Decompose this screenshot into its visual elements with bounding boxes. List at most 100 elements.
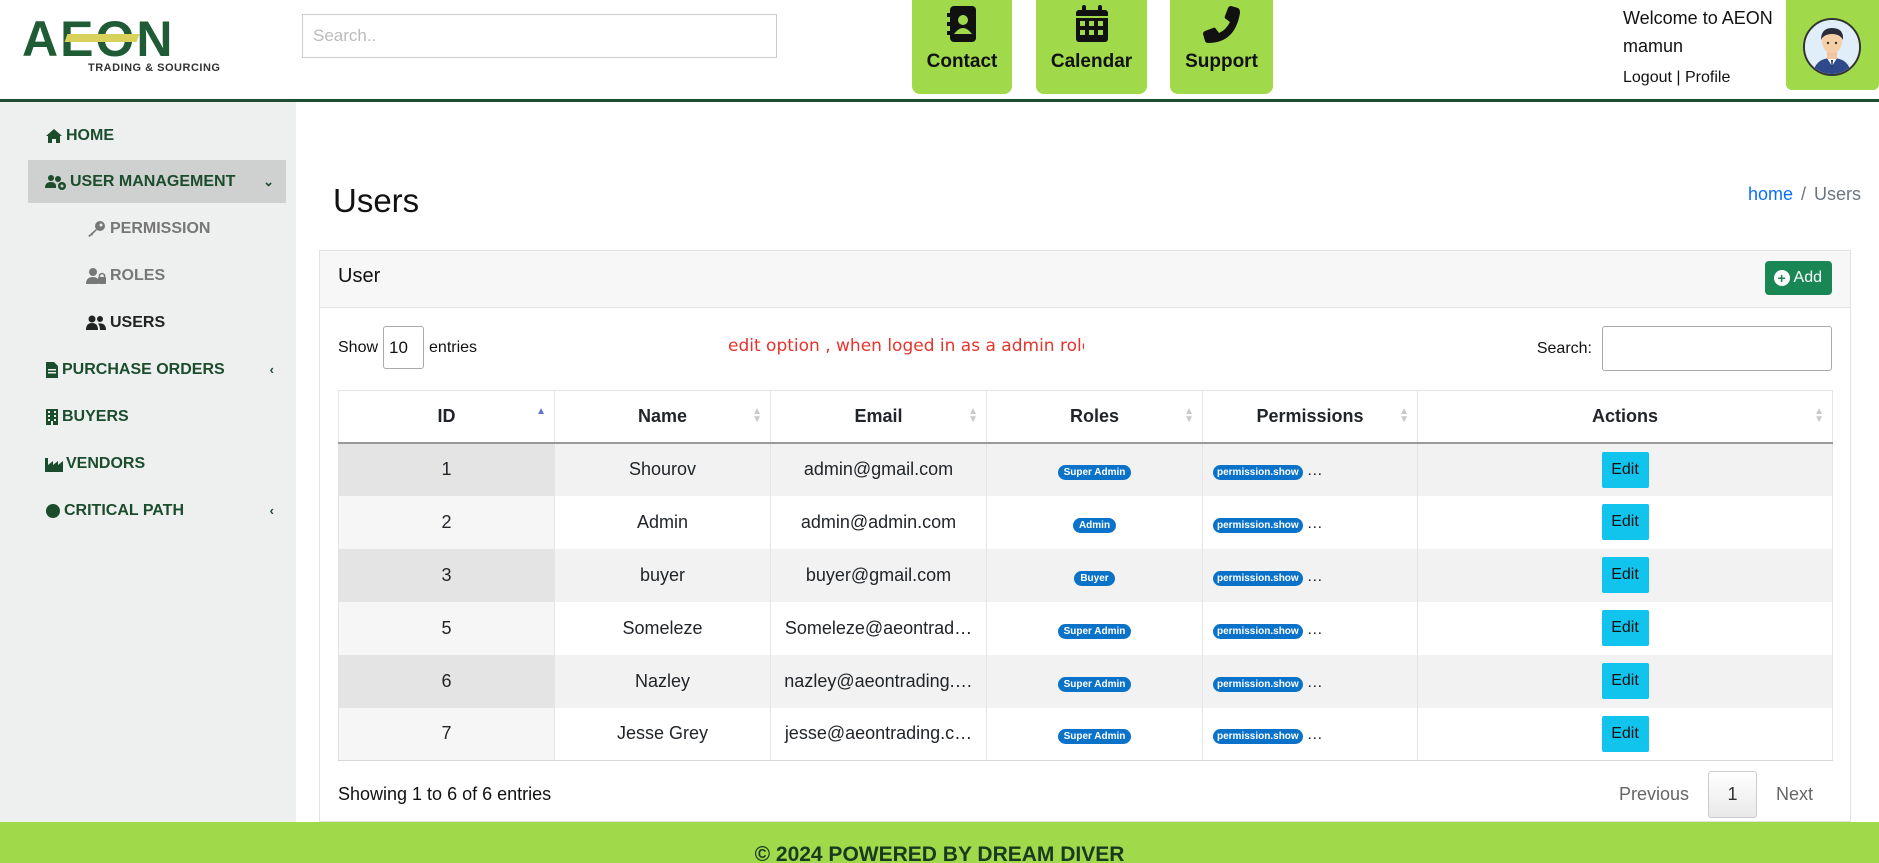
role-badge: Admin [1072, 517, 1117, 533]
cell-role: Super Admin [986, 442, 1203, 496]
cell-id: 2 [338, 495, 555, 549]
breadcrumb-separator: / [1800, 184, 1806, 204]
table-row: 3 buyer buyer@gmail.com Buyer permission… [338, 548, 1833, 602]
cell-id: 6 [338, 654, 555, 708]
cell-actions: Edit [1417, 654, 1833, 708]
add-user-button[interactable]: + Add [1764, 261, 1832, 295]
sidebar-item-label: BUYERS [62, 407, 129, 425]
sidebar-item-vendors[interactable]: VENDORS [28, 442, 286, 485]
role-badge: Super Admin [1057, 623, 1132, 639]
cell-name: Jesse Grey [554, 707, 771, 761]
plus-circle-icon: + [1773, 270, 1790, 286]
table-search-input[interactable] [1602, 326, 1832, 371]
sidebar-item-permission[interactable]: PERMISSION [86, 207, 210, 250]
cell-id: 5 [338, 601, 555, 655]
phone-icon [1202, 6, 1240, 43]
cell-email: jesse@aeontrading.c… [770, 707, 987, 761]
contact-label: Contact [926, 51, 998, 72]
welcome-text: Welcome to AEON [1623, 8, 1773, 28]
permission-more: … [1306, 726, 1323, 744]
cell-name: Shourov [554, 442, 771, 496]
next-page-button[interactable]: Next [1757, 784, 1832, 805]
edit-button[interactable]: Edit [1601, 715, 1649, 752]
column-header-actions[interactable]: Actions ▲ ▼ [1417, 390, 1833, 444]
key-icon [88, 220, 105, 237]
edit-button[interactable]: Edit [1601, 504, 1649, 540]
global-search-input[interactable] [302, 14, 777, 58]
column-header-roles[interactable]: Roles ▲ ▼ [986, 390, 1203, 444]
sort-icon: ▲ ▼ [1814, 406, 1824, 425]
entries-label: entries [429, 338, 478, 356]
show-label: Show [338, 338, 379, 356]
page-length-control: Show 10 entries [338, 326, 477, 369]
users-card: User + Add Show 10 entries edit option ,… [319, 250, 1851, 822]
column-header-name[interactable]: Name ▲ ▼ [554, 390, 771, 444]
cell-permissions: permission.show… [1202, 548, 1418, 602]
calendar-icon [1075, 5, 1108, 42]
cell-email: buyer@gmail.com [770, 548, 987, 602]
sidebar-item-critical-path[interactable]: CRITICAL PATH ‹ [28, 489, 286, 532]
page-length-select[interactable]: 10 [383, 326, 425, 369]
contact-button[interactable]: Contact [912, 0, 1012, 94]
username: mamun [1623, 36, 1684, 56]
users-icon [86, 315, 106, 330]
edit-button[interactable]: Edit [1601, 663, 1649, 699]
sidebar-item-users[interactable]: USERS [86, 301, 165, 344]
file-icon [46, 361, 58, 378]
column-label: Actions [1591, 405, 1658, 426]
link-separator: | [1676, 69, 1681, 86]
support-button[interactable]: Support [1170, 0, 1273, 94]
sidebar-item-purchase-orders[interactable]: PURCHASE ORDERS ‹ [28, 348, 286, 391]
table-search: Search: [1537, 326, 1832, 371]
top-header: AEON TRADING & SOURCING Contact Calendar… [0, 0, 1879, 102]
column-header-email[interactable]: Email ▲ ▼ [770, 390, 987, 444]
edit-button[interactable]: Edit [1601, 557, 1649, 593]
sidebar-item-user-management[interactable]: USER MANAGEMENT ⌄ [28, 160, 286, 203]
users-cog-icon [45, 174, 66, 190]
main-content: Users home / Users User + Add Show 10 entr… [296, 102, 1879, 822]
breadcrumb-home-link[interactable]: home [1748, 184, 1793, 204]
table-row: 6 Nazley nazley@aeontrading.… Super Admi… [338, 654, 1833, 708]
column-header-permissions[interactable]: Permissions ▲ ▼ [1202, 390, 1418, 444]
breadcrumb-current: Users [1813, 184, 1861, 204]
cell-permissions: permission.show… [1202, 601, 1418, 655]
profile-link[interactable]: Profile [1685, 69, 1730, 86]
sidebar-item-roles[interactable]: ROLES [86, 254, 165, 297]
sidebar-item-buyers[interactable]: BUYERS [28, 395, 286, 438]
avatar-button[interactable] [1786, 0, 1879, 90]
industry-icon [45, 457, 63, 472]
logout-link[interactable]: Logout [1623, 69, 1672, 86]
avatar [1803, 18, 1861, 76]
cell-permissions: permission.show… [1202, 495, 1418, 549]
sidebar: HOME USER MANAGEMENT ⌄ PERMISSION ROLES … [0, 102, 296, 822]
aeon-logo[interactable]: AEON TRADING & SOURCING [22, 14, 244, 76]
permission-more: … [1306, 462, 1323, 479]
edit-button[interactable]: Edit [1601, 610, 1649, 646]
previous-page-button[interactable]: Previous [1600, 784, 1708, 805]
cell-role: Super Admin [986, 707, 1203, 761]
role-badge: Super Admin [1057, 465, 1132, 480]
page-1-button[interactable]: 1 [1707, 771, 1757, 818]
cell-name: Nazley [554, 654, 771, 708]
users-table: ID ▲ Name ▲ ▼ Email ▲ ▼ Roles ▲ ▼ Permissions ▲ ▼… [338, 390, 1833, 761]
sidebar-item-label: PURCHASE ORDERS [62, 360, 225, 378]
permission-badge: permission.show [1213, 517, 1303, 533]
sort-icon: ▲ ▼ [968, 406, 978, 425]
cell-name: buyer [554, 548, 771, 602]
edit-button[interactable]: Edit [1601, 451, 1649, 488]
admin-note: edit option , when loged in as a admin r… [728, 336, 1084, 356]
calendar-button[interactable]: Calendar [1036, 0, 1147, 94]
chevron-left-icon: ‹ [269, 362, 274, 377]
sidebar-item-home[interactable]: HOME [28, 114, 286, 157]
chevron-left-icon: ‹ [269, 503, 274, 518]
cell-id: 3 [338, 548, 555, 602]
cell-actions: Edit [1417, 442, 1833, 496]
cell-email: Someleze@aeontrad… [770, 601, 987, 655]
column-header-id[interactable]: ID ▲ [338, 390, 555, 444]
card-title: User [338, 265, 381, 287]
chevron-down-icon: ⌄ [263, 174, 274, 189]
sort-asc-icon: ▲ [536, 406, 546, 417]
cell-email: nazley@aeontrading.… [770, 654, 987, 708]
cell-id: 7 [338, 707, 555, 761]
logo-accent-bar [64, 34, 140, 42]
